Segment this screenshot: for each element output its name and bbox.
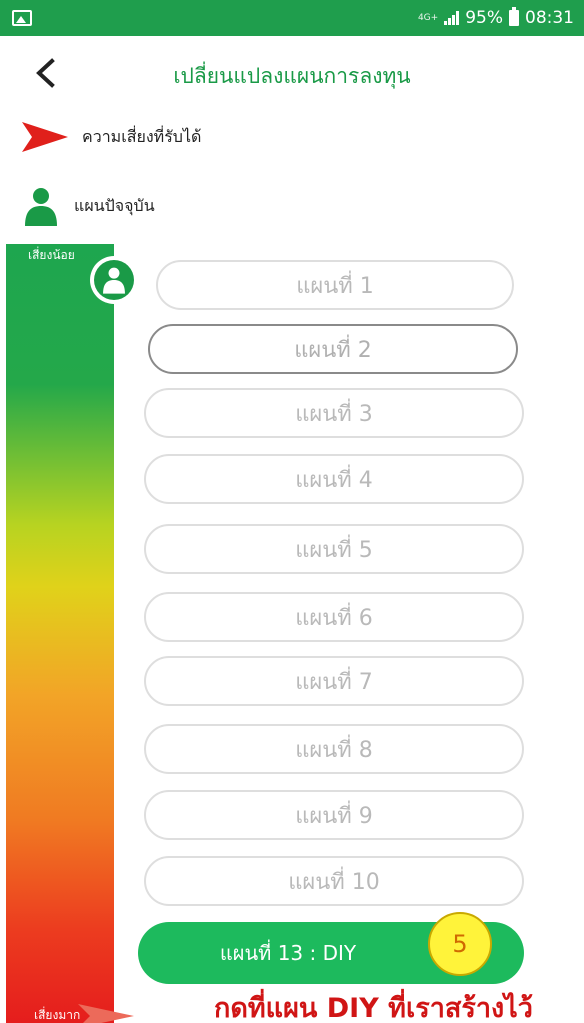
plan-label: แผนที่ 8 — [295, 737, 373, 763]
diy-plan-label: แผนที่ 13 : DIY — [219, 941, 357, 965]
plan-label: แผนที่ 3 — [295, 401, 373, 427]
plan-option[interactable]: แผนที่ 9 — [144, 790, 524, 840]
plan-option[interactable]: แผนที่ 7 — [144, 656, 524, 706]
instruction-caption: กดที่แผน DIY ที่เราสร้างไว้ — [214, 993, 533, 1023]
plan-option[interactable]: แผนที่ 6 — [144, 592, 524, 642]
plan-option[interactable]: แผนที่ 2 — [148, 324, 518, 374]
plan-option[interactable]: แผนที่ 4 — [144, 454, 524, 504]
plan-option[interactable]: แผนที่ 1 — [156, 260, 514, 310]
plan-option[interactable]: แผนที่ 10 — [144, 856, 524, 906]
plan-label: แผนที่ 2 — [294, 337, 372, 363]
plan-option[interactable]: แผนที่ 5 — [144, 524, 524, 574]
step-number-badge: 5 — [428, 912, 492, 976]
plan-option[interactable]: แผนที่ 8 — [144, 724, 524, 774]
plan-label: แผนที่ 1 — [296, 273, 374, 299]
plan-list: แผนที่ 1 แผนที่ 2 แผนที่ 3 แผนที่ 4 แผนท… — [0, 0, 584, 1023]
plan-label: แผนที่ 6 — [295, 605, 373, 631]
plan-label: แผนที่ 7 — [295, 669, 373, 695]
plan-label: แผนที่ 10 — [288, 869, 380, 895]
plan-label: แผนที่ 9 — [295, 803, 373, 829]
plan-label: แผนที่ 5 — [295, 537, 373, 563]
plan-label: แผนที่ 4 — [295, 467, 373, 493]
plan-option[interactable]: แผนที่ 3 — [144, 388, 524, 438]
